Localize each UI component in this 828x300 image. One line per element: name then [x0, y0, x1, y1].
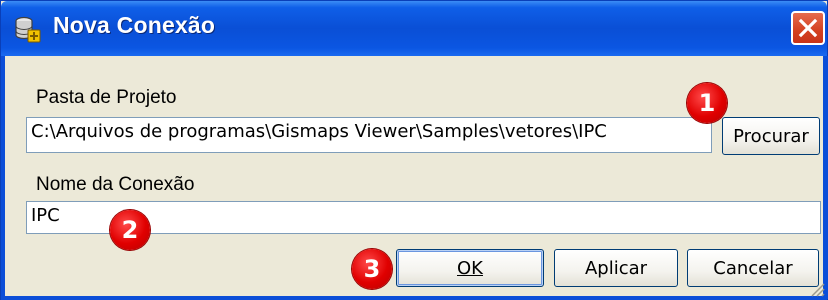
resize-grip-icon[interactable] [807, 279, 825, 297]
ok-button[interactable]: OK [396, 249, 544, 287]
apply-button-label: Aplicar [584, 257, 648, 279]
window-frame-right [823, 56, 828, 299]
browse-button[interactable]: Procurar [722, 117, 820, 155]
connection-name-label: Nome da Conexão [36, 174, 195, 195]
cancel-button[interactable]: Cancelar [687, 249, 819, 287]
title-bar[interactable]: Nova Conexão [1, 1, 827, 56]
window-title: Nova Conexão [53, 12, 216, 38]
dialog-window: Nova Conexão Pasta de Projeto C:\Arquivo… [0, 0, 828, 300]
apply-button[interactable]: Aplicar [554, 249, 678, 287]
close-icon [798, 18, 818, 38]
window-frame-bottom [1, 296, 827, 300]
close-button[interactable] [791, 11, 825, 45]
ok-button-label: OK [457, 257, 483, 279]
annotation-badge-2: 2 [110, 210, 150, 250]
project-folder-input[interactable]: C:\Arquivos de programas\Gismaps Viewer\… [26, 117, 712, 153]
annotation-badge-1: 1 [687, 83, 727, 123]
cancel-button-label: Cancelar [713, 257, 793, 279]
database-add-icon [15, 16, 41, 43]
annotation-badge-3: 3 [352, 249, 392, 289]
project-folder-label: Pasta de Projeto [36, 87, 177, 108]
window-frame-left [1, 56, 5, 299]
